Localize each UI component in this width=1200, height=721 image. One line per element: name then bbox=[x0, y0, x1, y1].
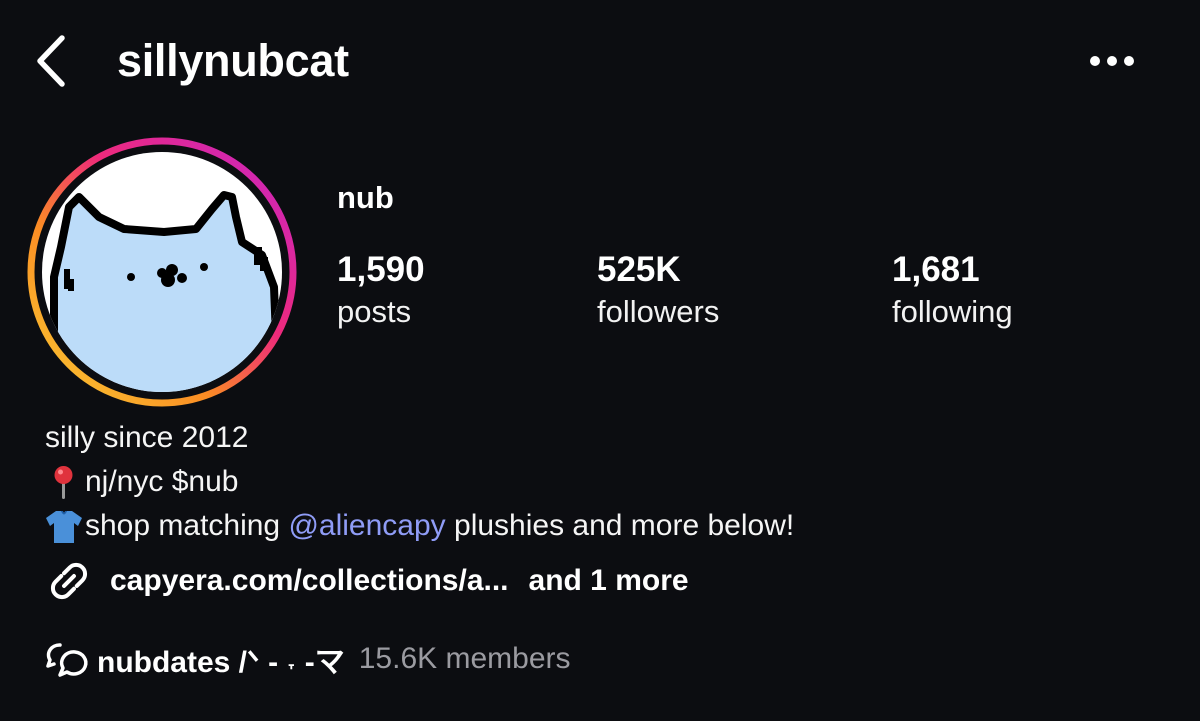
following-stat[interactable]: 1,681 following bbox=[892, 248, 1013, 332]
mention-link[interactable]: @aliencapy bbox=[288, 504, 445, 548]
link-url[interactable]: capyera.com/collections/a... bbox=[110, 564, 509, 598]
followers-label: followers bbox=[597, 294, 720, 329]
more-horizontal-icon bbox=[1090, 56, 1134, 66]
profile-username: sillynubcat bbox=[117, 35, 349, 86]
followers-stat[interactable]: 525K followers bbox=[597, 248, 719, 332]
bio-text: plushies and more below! bbox=[445, 509, 795, 542]
pin-emoji-icon bbox=[54, 466, 73, 499]
posts-stat[interactable]: 1,590 posts bbox=[337, 248, 425, 332]
following-label: following bbox=[892, 294, 1013, 329]
following-count: 1,681 bbox=[892, 250, 980, 289]
more-options-button[interactable] bbox=[1084, 48, 1140, 74]
external-link[interactable]: capyera.com/collections/a... and 1 more bbox=[45, 557, 689, 605]
bio-text: nj/nyc $nub bbox=[85, 465, 239, 498]
chevron-left-icon bbox=[37, 35, 65, 87]
bio-text: silly since 2012 bbox=[45, 421, 249, 454]
profile-page: sillynubcat nub 1,590 posts 525K followe… bbox=[0, 0, 1200, 721]
shirt-emoji-icon bbox=[46, 511, 82, 543]
bio-line: nj/nyc $nub bbox=[45, 460, 794, 504]
posts-count: 1,590 bbox=[337, 250, 425, 289]
cat-avatar-icon bbox=[27, 137, 297, 407]
bio-line: silly since 2012 bbox=[45, 416, 794, 460]
broadcast-channel[interactable]: nubdates /ᐠ - ˕ -マ 15.6K members bbox=[45, 636, 571, 682]
avatar[interactable] bbox=[24, 137, 300, 407]
profile-bio: silly since 2012 nj/nyc $nub shop matchi… bbox=[45, 416, 794, 548]
posts-label: posts bbox=[337, 294, 412, 329]
link-icon bbox=[50, 562, 88, 600]
profile-display-name: nub bbox=[337, 180, 394, 215]
bio-line: shop matching @aliencapy plushies and mo… bbox=[45, 504, 794, 548]
channel-name: nubdates /ᐠ - ˕ -マ bbox=[97, 646, 345, 679]
bio-text: shop matching bbox=[85, 509, 289, 542]
channel-members: 15.6K members bbox=[358, 642, 571, 675]
back-button[interactable] bbox=[30, 30, 74, 90]
chat-bubbles-icon bbox=[46, 643, 88, 677]
followers-count: 525K bbox=[597, 250, 681, 289]
more-links-button[interactable]: and 1 more bbox=[529, 564, 689, 598]
